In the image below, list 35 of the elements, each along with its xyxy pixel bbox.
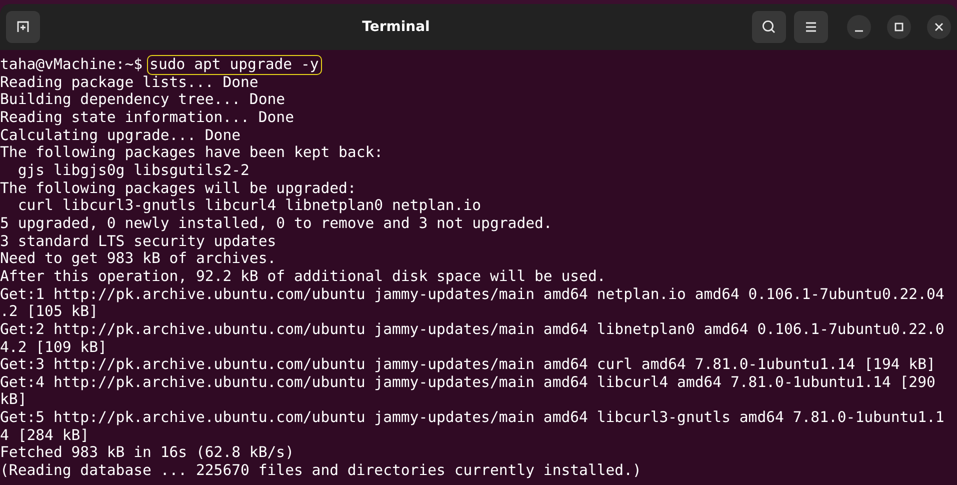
command-text: sudo apt upgrade -y — [148, 56, 321, 74]
output-line: The following packages have been kept back: — [0, 144, 384, 162]
output-line: (Reading database ... 225670 files and directories currently installed.) — [0, 462, 642, 480]
output-line: Building dependency tree... Done — [0, 91, 286, 109]
output-line: 4.2 [109 kB] — [0, 338, 107, 356]
search-icon — [761, 19, 777, 35]
output-line: gjs libgjs0g libsgutils2-2 — [16, 162, 250, 180]
output-line: .2 [105 kB] — [0, 303, 98, 321]
output-line: Calculating upgrade... Done — [0, 126, 241, 144]
close-button[interactable] — [927, 15, 951, 39]
output-line: curl libcurl3-gnutls libcurl4 libnetplan0 netplan.io — [16, 197, 482, 215]
output-line: 5 upgraded, 0 newly installed, 0 to remove and 3 not upgraded. — [0, 214, 552, 233]
output-line: The following packages will be upgraded: — [0, 180, 356, 198]
minimize-icon — [855, 30, 863, 32]
minimize-button[interactable] — [847, 15, 871, 39]
prompt-text: taha@vMachine:~$ — [0, 56, 143, 74]
maximize-button[interactable] — [887, 15, 911, 39]
output-line: Reading state information... Done — [0, 108, 294, 127]
output-line: Get:2 http://pk.archive.ubuntu.com/ubuntu jammy-updates/main amd64 libnetplan0 amd64 0.106.1-7ubuntu0.22.0 — [0, 320, 944, 338]
search-button[interactable] — [752, 11, 786, 43]
output-line: 3 standard LTS security updates — [0, 232, 276, 250]
output-line: Get:5 http://pk.archive.ubuntu.com/ubuntu jammy-updates/main amd64 libcurl3-gnutls amd64 7.81.0-1ubuntu1.1 — [0, 409, 944, 427]
output-line: Reading package lists... Done — [0, 74, 258, 92]
output-line: Need to get 983 kB of archives. — [0, 250, 276, 268]
output-line: Get:4 http://pk.archive.ubuntu.com/ubuntu jammy-updates/main amd64 libcurl4 amd64 7.81.0-1ubuntu1.14 [290 — [0, 374, 936, 392]
output-line: Fetched 983 kB in 16s (62.8 kB/s) — [0, 444, 294, 462]
menu-button[interactable] — [794, 11, 828, 43]
output-line: 4 [284 kB] — [0, 426, 90, 444]
output-line: Get:3 http://pk.archive.ubuntu.com/ubuntu jammy-updates/main amd64 curl amd64 7.81.0-1ubuntu1.14 [194 kB] — [0, 356, 936, 374]
output-line: Get:1 http://pk.archive.ubuntu.com/ubuntu jammy-updates/main amd64 netplan.io amd64 0.106.1-7ubuntu0.22.04 — [0, 286, 944, 304]
output-line: After this operation, 92.2 kB of additional disk space will be used. — [0, 268, 606, 286]
new-tab-icon — [15, 19, 31, 35]
output-line: kB] — [0, 391, 27, 410]
window-title: Terminal — [361, 19, 431, 35]
new-tab-button[interactable] — [6, 11, 40, 43]
